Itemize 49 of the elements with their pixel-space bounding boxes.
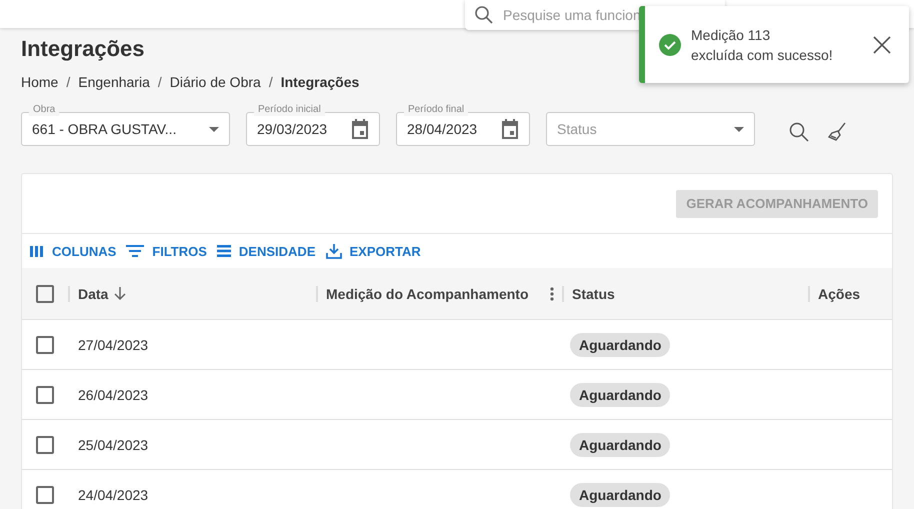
checkbox[interactable]	[36, 284, 54, 302]
density-icon	[216, 245, 231, 257]
column-header[interactable]: Status	[572, 286, 615, 302]
toolbar-button[interactable]: FILTROS	[126, 244, 207, 258]
breadcrumb-separator: /	[268, 74, 273, 90]
sort-arrow-icon[interactable]	[114, 287, 126, 300]
breadcrumb-separator: /	[158, 74, 162, 90]
page-title: Integrações	[21, 36, 144, 63]
column-header[interactable]: Medição do Acompanhamento	[326, 286, 529, 302]
search-icon	[475, 6, 493, 24]
field-placeholder: Status	[557, 121, 598, 137]
field-label: Obra	[29, 104, 60, 116]
status-chip: Aguardando	[570, 382, 670, 406]
calendar-icon[interactable]	[351, 119, 369, 139]
toolbar-button[interactable]: DENSIDADE	[216, 244, 316, 258]
field-label: Período final	[404, 104, 468, 116]
caret-icon[interactable]	[734, 126, 744, 132]
check-circle-icon	[659, 34, 681, 56]
table-cell-text: 26/04/2023	[77, 386, 150, 402]
checkbox[interactable]	[36, 436, 54, 454]
search-placeholder: Pesquise uma funcion	[503, 7, 641, 23]
field-value: 661 - OBRA GUSTAV...	[32, 121, 178, 137]
table-cell-text: 24/04/2023	[77, 486, 150, 502]
breadcrumb-separator: /	[66, 74, 70, 90]
calendar-icon[interactable]	[501, 119, 519, 139]
column-header[interactable]: Ações	[818, 286, 860, 302]
download-icon	[326, 243, 342, 259]
breadcrumb-link[interactable]: Diário de Obra	[170, 74, 261, 90]
field-label: Período inicial	[254, 104, 325, 116]
checkbox[interactable]	[36, 336, 54, 354]
status-chip: Aguardando	[570, 332, 670, 356]
status-chip: Aguardando	[570, 482, 670, 506]
breadcrumb-link[interactable]: Integrações	[280, 74, 360, 90]
toolbar-button[interactable]: COLUNAS	[30, 244, 116, 258]
breadcrumb-link[interactable]: Home	[21, 74, 58, 90]
checkbox[interactable]	[36, 386, 54, 404]
status-chip: Aguardando	[570, 432, 670, 456]
checkbox[interactable]	[36, 486, 54, 504]
columns-icon	[30, 246, 44, 256]
field-value: 29/03/2023	[257, 121, 328, 137]
toolbar-button[interactable]: EXPORTAR	[326, 243, 421, 259]
table-cell-text: 25/04/2023	[77, 436, 150, 452]
column-header[interactable]: Data	[78, 286, 108, 302]
field-value: 28/04/2023	[407, 121, 478, 137]
table-cell-text: 27/04/2023	[77, 336, 150, 352]
caret-icon[interactable]	[209, 126, 219, 132]
breadcrumb-link[interactable]: Engenharia	[78, 74, 150, 90]
filter-icon	[126, 245, 144, 257]
kebab-menu-icon[interactable]	[550, 286, 554, 300]
